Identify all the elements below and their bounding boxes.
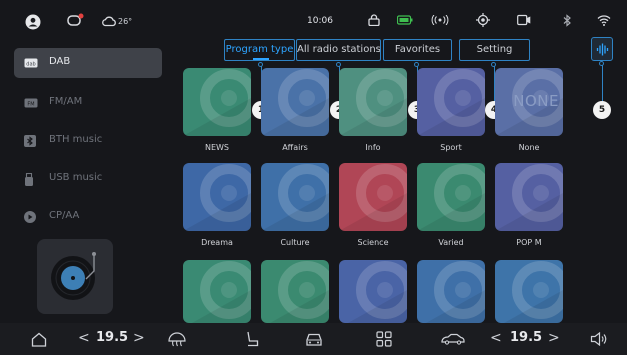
program-tile-label: Info <box>365 143 381 152</box>
sidebar-item-label: FM/AM <box>49 96 83 107</box>
dab-icon: dab <box>24 57 38 68</box>
driver-temperature: 19.5 <box>96 330 129 345</box>
sidebar-item-fm-am[interactable]: FM FM/AM <box>14 88 162 118</box>
callout-dot <box>599 61 604 66</box>
program-tile-label: POP M <box>516 238 542 247</box>
sidebar-item-cp-aa[interactable]: CP/AA <box>14 202 162 232</box>
active-tab-indicator <box>253 58 269 60</box>
program-tile-news[interactable] <box>183 68 251 136</box>
seat-icon[interactable] <box>245 331 259 347</box>
program-tile-info[interactable] <box>339 68 407 136</box>
tab-label: Setting <box>476 44 513 55</box>
tab-setting[interactable]: Setting <box>459 39 530 61</box>
album-art-card[interactable] <box>37 239 113 314</box>
fm-icon: FM <box>24 97 38 108</box>
program-tile-varied[interactable] <box>417 163 485 231</box>
callout-dot <box>414 62 419 67</box>
tab-label: Favorites <box>394 44 441 55</box>
tab-favorites[interactable]: Favorites <box>383 39 452 61</box>
sidebar-item-label: USB music <box>49 172 103 183</box>
program-tile-row3-col3[interactable] <box>339 260 407 323</box>
vinyl-record-icon <box>49 251 101 303</box>
lock-icon <box>368 14 380 26</box>
sidebar-item-usb-music[interactable]: USB music <box>14 164 162 194</box>
program-tile-row3-col1[interactable] <box>183 260 251 323</box>
program-tile-label: Culture <box>280 238 310 247</box>
dashcam-icon <box>517 14 531 26</box>
program-tile-label: Science <box>357 238 389 247</box>
bluetooth-icon <box>24 135 36 147</box>
program-tile-label: Varied <box>438 238 464 247</box>
volume-icon[interactable] <box>590 332 608 346</box>
status-bar: 26° 10:06 <box>0 0 627 44</box>
program-tile-none[interactable]: NONE <box>495 68 563 136</box>
tab-label: All radio stations <box>297 44 381 55</box>
driver-temp-decrease[interactable]: < <box>78 330 90 346</box>
program-tile-row3-col5[interactable] <box>495 260 563 323</box>
car-side-icon[interactable] <box>441 333 465 345</box>
location-target-icon <box>476 13 490 27</box>
user-profile-icon[interactable] <box>25 14 41 30</box>
callout-dot <box>336 62 341 67</box>
usb-icon <box>24 173 34 186</box>
driver-temp-increase[interactable]: > <box>133 330 145 346</box>
carplay-icon <box>24 211 36 223</box>
sidebar-item-label: BTH music <box>49 134 103 145</box>
home-icon[interactable] <box>31 332 47 347</box>
passenger-temperature: 19.5 <box>510 330 543 345</box>
bluetooth-status-icon <box>562 14 572 27</box>
tab-all-radio-stations[interactable]: All radio stations <box>296 39 381 61</box>
program-tile-label: None <box>518 143 540 152</box>
equalizer-icon <box>596 43 609 56</box>
program-tile-label: Affairs <box>282 143 308 152</box>
clock: 10:06 <box>307 16 333 26</box>
source-sidebar: dab DAB FM FM/AM BTH music USB music CP/… <box>0 44 172 323</box>
callout-line <box>602 62 603 102</box>
program-tile-affairs[interactable] <box>261 68 329 136</box>
program-tile-label: NEWS <box>204 143 230 152</box>
passenger-temp-decrease[interactable]: < <box>490 330 502 346</box>
program-tile-science[interactable] <box>339 163 407 231</box>
message-notification-icon[interactable] <box>67 13 85 29</box>
tile-overlay-text: NONE <box>513 92 559 110</box>
weather-temperature: 26° <box>118 17 133 26</box>
radio-signal-icon <box>431 15 449 25</box>
program-tile-sport[interactable] <box>417 68 485 136</box>
svg-text:FM: FM <box>27 101 34 107</box>
callout-marker-5: 5 <box>593 101 611 119</box>
tab-label: Program type <box>225 44 294 55</box>
sidebar-item-label: DAB <box>49 56 71 67</box>
program-tile-row3-col2[interactable] <box>261 260 329 323</box>
wifi-icon <box>597 14 611 26</box>
program-tile-label: Dreama <box>201 238 233 247</box>
program-tile-pop-m[interactable] <box>495 163 563 231</box>
sidebar-item-label: CP/AA <box>49 210 80 221</box>
callout-dot <box>491 62 496 67</box>
program-tile-dreama[interactable] <box>183 163 251 231</box>
sidebar-item-dab[interactable]: dab DAB <box>14 48 162 78</box>
equalizer-button[interactable] <box>591 37 613 61</box>
rear-defrost-icon[interactable] <box>167 332 187 347</box>
program-tile-row3-col4[interactable] <box>417 260 485 323</box>
svg-text:dab: dab <box>26 61 35 67</box>
program-tile-label: Sport <box>440 143 462 152</box>
battery-icon <box>397 15 413 25</box>
apps-grid-icon[interactable] <box>376 331 392 347</box>
passenger-temp-increase[interactable]: > <box>548 330 560 346</box>
program-tile-culture[interactable] <box>261 163 329 231</box>
weather-cloud-icon <box>101 15 117 27</box>
sidebar-item-bth-music[interactable]: BTH music <box>14 126 162 156</box>
climate-bottom-bar: < 19.5 > < 19.5 > <box>0 323 627 355</box>
callout-dot <box>258 62 263 67</box>
car-front-icon[interactable] <box>305 332 323 347</box>
